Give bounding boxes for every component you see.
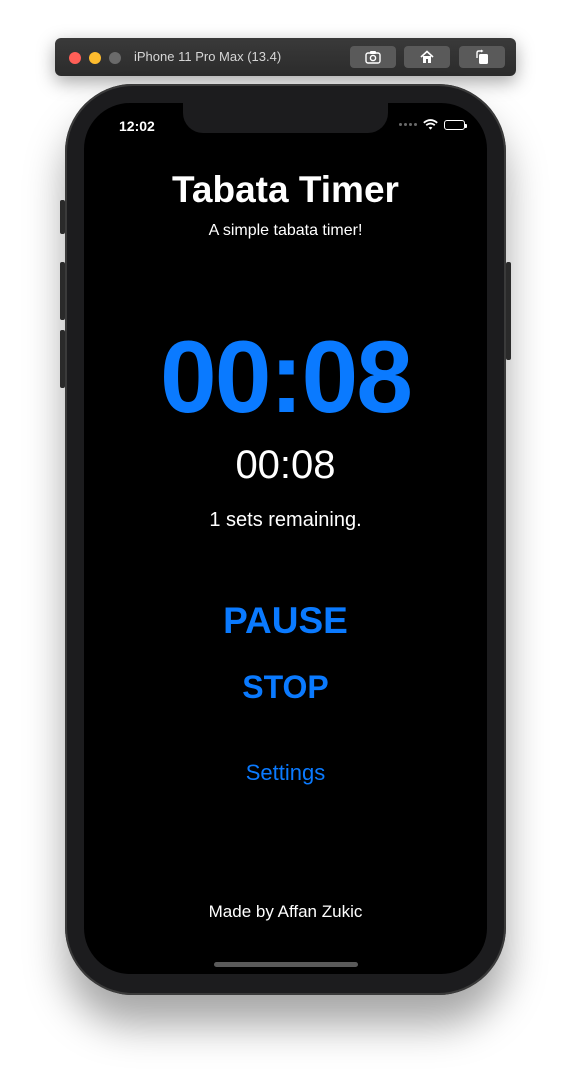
home-button[interactable] <box>404 46 450 68</box>
simulator-title: iPhone 11 Pro Max (13.4) <box>134 49 282 64</box>
volume-down-button <box>60 330 65 388</box>
volume-up-button <box>60 262 65 320</box>
screenshot-icon <box>365 51 381 64</box>
battery-icon <box>444 119 467 130</box>
screenshot-button[interactable] <box>350 46 396 68</box>
close-window-button[interactable] <box>69 52 81 64</box>
minimize-window-button[interactable] <box>89 52 101 64</box>
stop-button[interactable]: STOP <box>84 669 487 706</box>
status-icons <box>399 119 467 130</box>
rotate-button[interactable] <box>459 46 505 68</box>
app-subtitle: A simple tabata timer! <box>208 222 363 239</box>
settings-button[interactable]: Settings <box>84 760 487 786</box>
side-power-button <box>506 262 511 360</box>
status-time: 12:02 <box>119 118 155 134</box>
footer-credit: Made by Affan Zukic <box>208 902 363 921</box>
notch <box>183 103 388 133</box>
pause-button[interactable]: PAUSE <box>84 600 487 642</box>
app-title: Tabata Timer <box>172 169 399 210</box>
secondary-timer: 00:08 <box>235 443 336 487</box>
main-timer: 00:08 <box>160 320 413 434</box>
home-indicator[interactable] <box>214 962 358 967</box>
cellular-signal-icon <box>399 123 417 126</box>
home-icon <box>420 50 434 63</box>
simulator-toolbar: iPhone 11 Pro Max (13.4) <box>55 38 516 76</box>
rotate-icon <box>476 49 488 64</box>
sets-remaining-label: 1 sets remaining. <box>209 509 362 531</box>
phone-screen: 12:02 Tabata Timer A simple tabata timer… <box>84 103 487 974</box>
zoom-window-button[interactable] <box>109 52 121 64</box>
wifi-icon <box>423 119 438 130</box>
mute-switch <box>60 200 65 234</box>
